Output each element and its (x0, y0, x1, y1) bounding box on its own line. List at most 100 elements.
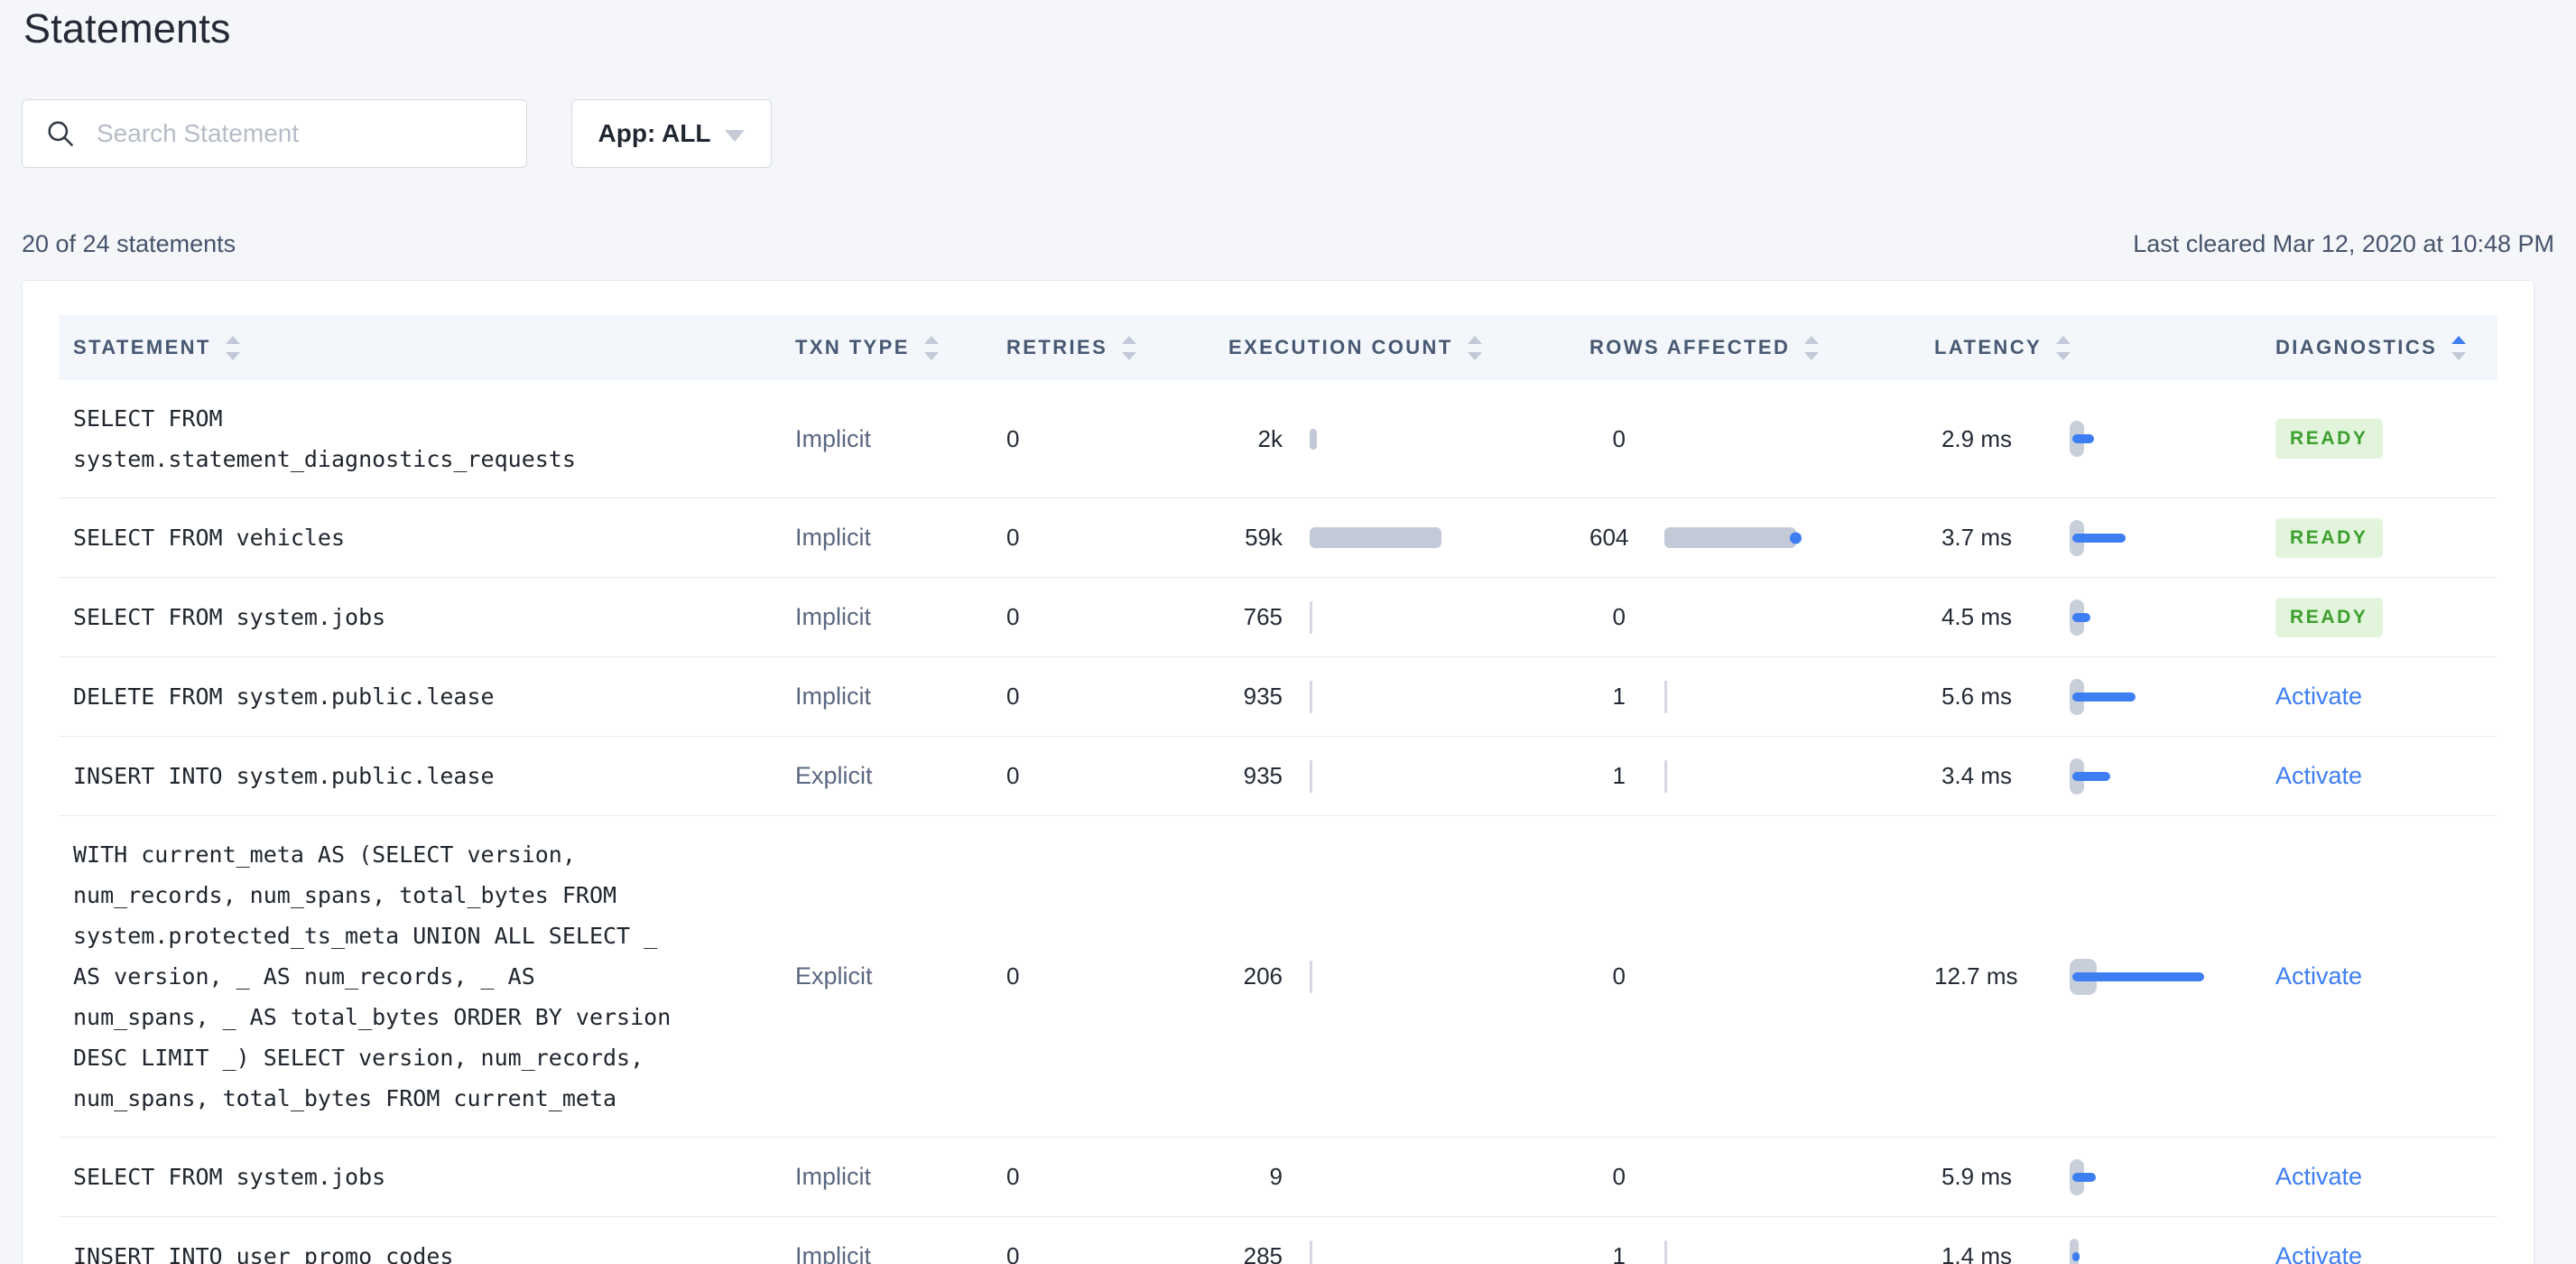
search-icon (44, 117, 77, 150)
statement-link[interactable]: SELECT FROM vehicles (73, 517, 345, 558)
column-header-rows-affected[interactable]: ROWS AFFECTED (1589, 335, 1934, 360)
page-title: Statements (23, 5, 231, 51)
ready-badge: READY (2275, 517, 2383, 558)
execution-count-bar (1310, 680, 1312, 713)
table-row: SELECT FROM system.jobs Implicit 0 765 0… (59, 578, 2497, 657)
execution-count-cell: 935 (1228, 677, 1589, 717)
retries-cell: 0 (1006, 603, 1020, 630)
txn-type-cell: Implicit (795, 1163, 872, 1190)
statement-cell: SELECT FROM system.jobs (59, 1157, 795, 1197)
column-header-latency[interactable]: LATENCY (1934, 335, 2275, 360)
latency-bar (2072, 971, 2204, 981)
column-header-diagnostics[interactable]: DIAGNOSTICS (2275, 335, 2499, 360)
diagnostics-cell: Activate Activate (2275, 962, 2499, 990)
statement-link[interactable]: SELECT FROM system.jobs (73, 1157, 385, 1197)
rows-affected-bar (1664, 1240, 1667, 1264)
latency-bar (2072, 771, 2110, 781)
txn-type-cell: Implicit (795, 524, 872, 551)
retries-cell: 0 (1006, 762, 1020, 789)
sort-arrows-icon (2451, 335, 2467, 360)
diagnostics-cell: Activate Activate (2275, 683, 2499, 711)
column-header-retries[interactable]: RETRIES (1006, 335, 1228, 360)
rows-affected-cell: 0 (1612, 603, 1626, 630)
statement-cell: WITH current_meta AS (SELECT version, nu… (59, 834, 795, 1119)
rows-affected-cell: 0 (1612, 962, 1626, 990)
column-header-execution-count[interactable]: EXECUTION COUNT (1228, 335, 1589, 360)
txn-type-cell: Implicit (795, 1242, 872, 1264)
statement-link[interactable]: WITH current_meta AS (SELECT version, nu… (73, 834, 680, 1119)
sort-arrows-icon (2056, 335, 2071, 360)
statement-link[interactable]: INSERT INTO system.public.lease (73, 756, 495, 796)
column-header-txn-type[interactable]: TXN TYPE (795, 335, 1006, 360)
sort-arrows-icon (225, 335, 240, 360)
execution-count-bar (1310, 759, 1312, 793)
table-row: INSERT INTO user_promo_codes Implicit 0 … (59, 1217, 2497, 1264)
meta-row: 20 of 24 statements Last cleared Mar 12,… (22, 230, 2554, 258)
table-row: INSERT INTO system.public.lease Explicit… (59, 737, 2497, 816)
search-input[interactable] (95, 106, 526, 162)
diagnostics-cell: READY READY (2275, 517, 2499, 558)
execution-count-cell: 9 (1269, 1163, 1283, 1190)
latency-bar (2072, 692, 2136, 702)
execution-count-cell: 285 (1228, 1237, 1589, 1264)
table-row: WITH current_meta AS (SELECT version, nu… (59, 816, 2497, 1138)
retries-cell: 0 (1006, 683, 1020, 710)
execution-count-bar (1310, 1240, 1312, 1264)
retries-cell: 0 (1006, 424, 1020, 452)
execution-count-bar (1310, 428, 1317, 450)
execution-count-cell: 206 (1228, 957, 1589, 997)
execution-count-cell: 2k (1228, 419, 1589, 459)
statement-link[interactable]: INSERT INTO user_promo_codes (73, 1236, 453, 1264)
activate-link[interactable]: Activate (2275, 1242, 2362, 1264)
statement-cell: DELETE FROM system.public.lease (59, 676, 795, 717)
ready-badge: READY (2275, 419, 2383, 459)
statement-cell: SELECT FROM system.statement_diagnostics… (59, 398, 795, 479)
statement-cell: INSERT INTO system.public.lease (59, 756, 795, 796)
table-row: SELECT FROM vehicles Implicit 0 59k 604 … (59, 498, 2497, 578)
execution-count-bar (1310, 960, 1312, 993)
statement-cell: SELECT FROM vehicles (59, 517, 795, 558)
table-row: SELECT FROM system.statement_diagnostics… (59, 380, 2497, 498)
latency-bar (2072, 434, 2094, 443)
latency-cell: 3.7 ms (1934, 518, 2275, 558)
table-header-row: STATEMENT TXN TYPE RETRIES EXECUTION COU… (59, 315, 2497, 380)
txn-type-cell: Explicit (795, 762, 873, 789)
latency-cell: 5.6 ms (1934, 677, 2275, 717)
activate-link[interactable]: Activate (2275, 762, 2362, 789)
latency-cell: 5.9 ms (1934, 1157, 2275, 1197)
diagnostics-cell: READY READY (2275, 597, 2499, 637)
latency-bar (2072, 1251, 2080, 1261)
sort-arrows-icon (923, 335, 939, 360)
execution-count-bar (1310, 527, 1441, 548)
rows-affected-cell: 1 (1589, 757, 1934, 796)
table-row: DELETE FROM system.public.lease Implicit… (59, 657, 2497, 737)
statement-link[interactable]: SELECT FROM system.jobs (73, 597, 385, 637)
activate-link[interactable]: Activate (2275, 683, 2362, 710)
activate-link[interactable]: Activate (2275, 1163, 2362, 1190)
search-box[interactable] (22, 99, 527, 168)
statement-cell: SELECT FROM system.jobs (59, 597, 795, 637)
diagnostics-cell: Activate Activate (2275, 762, 2499, 790)
retries-cell: 0 (1006, 1242, 1020, 1264)
chevron-down-icon (725, 129, 746, 142)
last-cleared-text: Last cleared Mar 12, 2020 at 10:48 PM (2133, 230, 2554, 257)
latency-cell: 2.9 ms (1934, 419, 2275, 459)
statement-link[interactable]: DELETE FROM system.public.lease (73, 676, 495, 717)
statement-link[interactable]: SELECT FROM system.statement_diagnostics… (73, 398, 680, 479)
statements-page: Statements App: ALL 20 of 24 statements … (0, 0, 2576, 1264)
table-row: SELECT FROM system.jobs Implicit 0 9 0 5… (59, 1138, 2497, 1217)
diagnostics-cell: Activate Activate (2275, 1242, 2499, 1264)
retries-cell: 0 (1006, 962, 1020, 990)
latency-cell: 12.7 ms (1934, 957, 2275, 997)
column-header-statement[interactable]: STATEMENT (59, 335, 795, 360)
execution-count-cell: 59k (1228, 518, 1589, 558)
txn-type-cell: Implicit (795, 603, 872, 630)
latency-bar (2072, 533, 2126, 543)
rows-affected-cell: 0 (1612, 1163, 1626, 1190)
app-filter-dropdown[interactable]: App: ALL (571, 99, 772, 168)
latency-cell: 3.4 ms (1934, 757, 2275, 796)
activate-link[interactable]: Activate (2275, 962, 2362, 990)
statements-table-panel: STATEMENT TXN TYPE RETRIES EXECUTION COU… (22, 280, 2534, 1264)
ready-badge: READY (2275, 597, 2383, 637)
app-filter-label: App: ALL (598, 119, 711, 147)
